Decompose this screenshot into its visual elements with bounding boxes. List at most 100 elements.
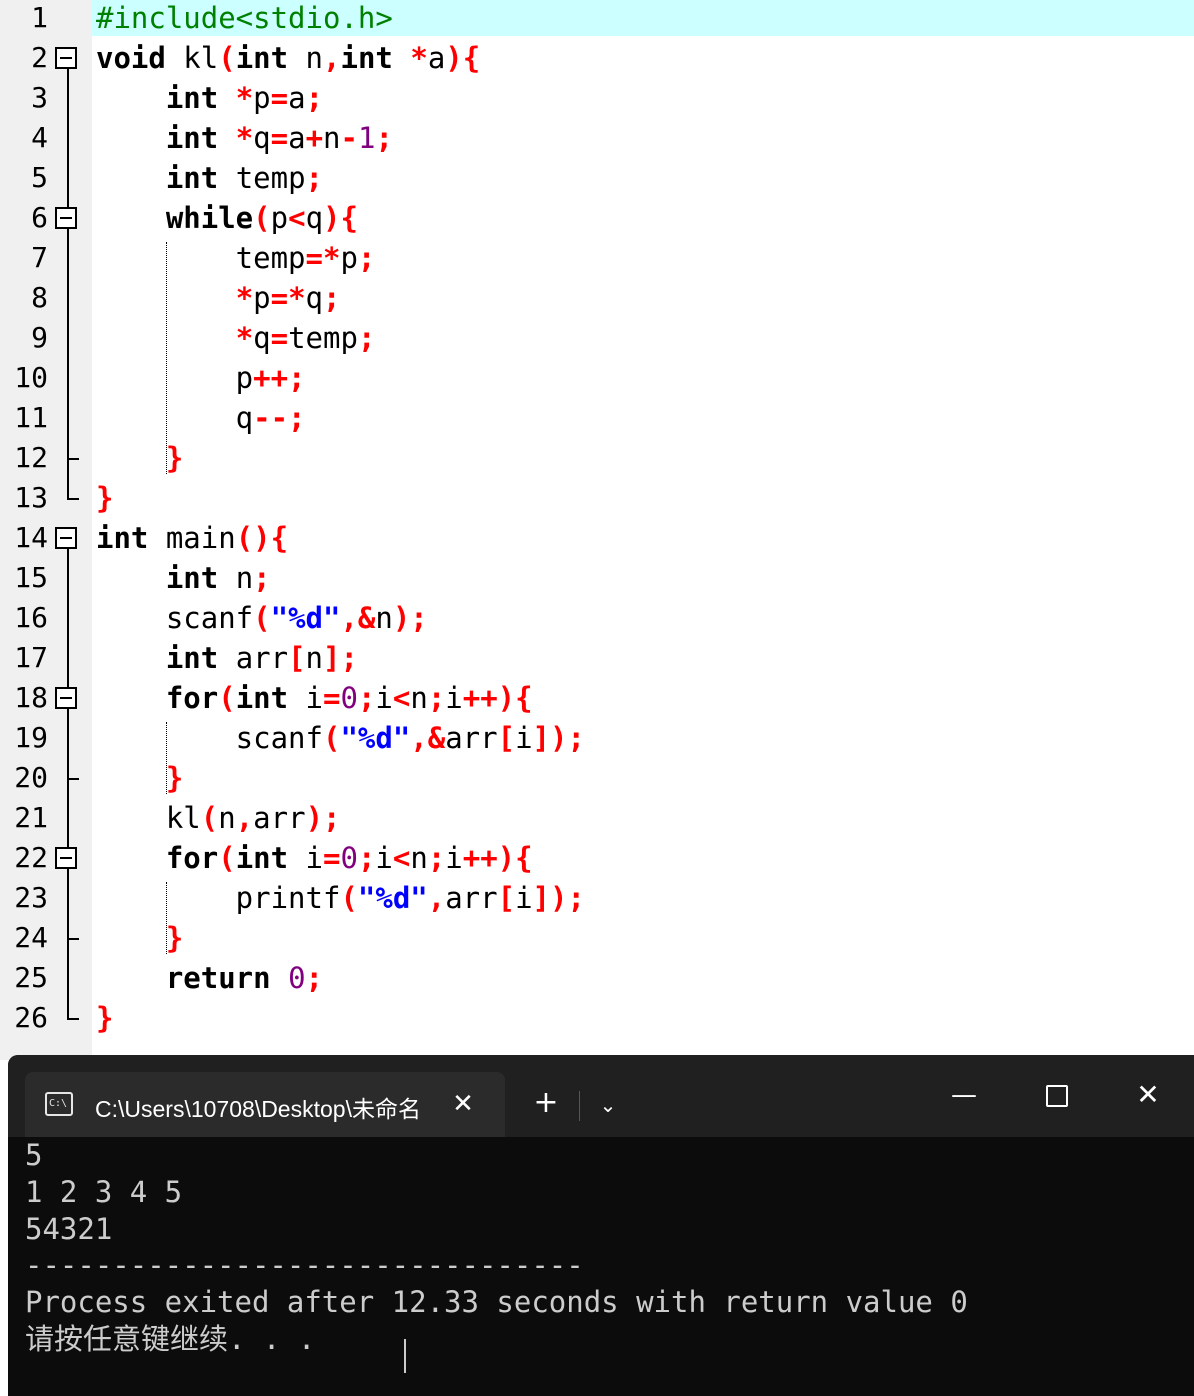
code-token: arr (445, 881, 498, 915)
code-token: * (235, 121, 254, 155)
code-token: 1 (357, 121, 376, 155)
code-line[interactable]: void kl(int n,int *a){ (96, 38, 480, 78)
line-number: 5 (31, 161, 48, 194)
fold-toggle-icon[interactable] (55, 687, 77, 709)
code-line[interactable]: } (96, 998, 113, 1038)
code-token: ; (323, 281, 341, 315)
console-prompt-line: 请按任意键继续. . . (25, 1322, 316, 1356)
code-token: --; (253, 401, 306, 435)
line-number: 10 (14, 361, 48, 394)
code-token: arr (445, 721, 498, 755)
fold-toggle-icon[interactable] (55, 847, 77, 869)
code-line[interactable]: int main(){ (96, 518, 288, 558)
code-token: * (410, 41, 428, 75)
close-window-button[interactable]: ✕ (1126, 1077, 1170, 1113)
code-line[interactable]: #include<stdio.h> (96, 0, 393, 38)
line-number: 15 (14, 561, 48, 594)
code-token: scanf (96, 601, 254, 635)
code-line[interactable]: printf("%d",arr[i]); (96, 878, 585, 918)
code-editor[interactable]: 1 2 3 4 5 6 7 8 9 10 11 12 13 14 15 16 17 18 19 20 21 22 23 24 2… (0, 0, 1194, 1060)
code-token: a (288, 81, 306, 115)
chevron-down-icon[interactable]: ⌄ (590, 1087, 626, 1123)
code-line[interactable]: } (96, 758, 183, 798)
fold-toggle-icon[interactable] (55, 47, 77, 69)
minimize-button[interactable]: — (942, 1077, 986, 1113)
code-token: ( (340, 881, 358, 915)
new-tab-button[interactable]: + (528, 1085, 564, 1121)
fold-end-marker (67, 458, 79, 460)
code-token: ,& (340, 601, 376, 635)
line-number: 12 (14, 441, 48, 474)
code-token: ; (427, 841, 446, 875)
code-token: ,& (410, 721, 446, 755)
code-line[interactable]: } (96, 918, 183, 958)
console-output[interactable]: 5 1 2 3 4 5 54321 ----------------------… (8, 1137, 1194, 1396)
console-title-bar[interactable]: C:\Users\10708\Desktop\未命名 ✕ + ⌄ — ✕ (8, 1055, 1194, 1137)
code-token: kl (165, 41, 219, 75)
fold-end-marker (67, 938, 79, 940)
code-token: int (235, 681, 289, 715)
line-number: 16 (14, 601, 48, 634)
code-line[interactable]: while(p<q){ (96, 198, 358, 238)
line-number: 17 (14, 641, 48, 674)
code-line[interactable]: scanf("%d",&arr[i]); (96, 718, 585, 758)
code-line[interactable]: scanf("%d",&n); (96, 598, 428, 638)
code-token: #include<stdio.h> (96, 1, 393, 35)
code-token: 0 (340, 841, 358, 875)
code-token: ){ (323, 201, 358, 235)
code-line[interactable]: *q=temp; (96, 318, 376, 358)
code-token: n (410, 841, 428, 875)
line-number: 1 (31, 1, 48, 34)
maximize-button[interactable] (1034, 1077, 1078, 1113)
code-token: while (165, 201, 254, 235)
line-number: 4 (31, 121, 48, 154)
code-line[interactable]: int arr[n]; (96, 638, 358, 678)
code-token: p (96, 361, 254, 395)
code-line[interactable]: for(int i=0;i<n;i++){ (96, 678, 533, 718)
code-line[interactable]: *p=*q; (96, 278, 341, 318)
code-line[interactable]: int n; (96, 558, 271, 598)
console-tab[interactable]: C:\Users\10708\Desktop\未命名 ✕ (25, 1072, 505, 1137)
code-token: for (165, 841, 219, 875)
tab-separator (579, 1091, 580, 1121)
fold-toggle-icon[interactable] (55, 527, 77, 549)
code-token: < (288, 201, 306, 235)
close-tab-icon[interactable]: ✕ (445, 1086, 481, 1122)
code-line[interactable]: int *p=a; (96, 78, 323, 118)
code-token: p (253, 81, 271, 115)
line-number: 26 (14, 1001, 48, 1034)
code-token: ; (357, 841, 376, 875)
code-token: int (235, 841, 289, 875)
fold-guide-line (67, 58, 69, 498)
code-token: - (340, 121, 358, 155)
line-number: 14 (14, 521, 48, 554)
code-token: ; (357, 241, 376, 275)
console-window[interactable]: C:\Users\10708\Desktop\未命名 ✕ + ⌄ — ✕ 5 1… (8, 1055, 1194, 1396)
code-token: ; (253, 561, 271, 595)
code-line[interactable]: q--; (96, 398, 306, 438)
code-line[interactable]: } (96, 478, 113, 518)
code-token: "%d" (270, 601, 341, 635)
line-number: 22 (14, 841, 48, 874)
code-token: ; (305, 81, 324, 115)
code-line[interactable]: kl(n,arr); (96, 798, 341, 838)
code-token: =* (305, 241, 341, 275)
line-number: 20 (14, 761, 48, 794)
code-line[interactable]: for(int i=0;i<n;i++){ (96, 838, 533, 878)
code-line[interactable]: } (96, 438, 183, 478)
fold-toggle-icon[interactable] (55, 207, 77, 229)
code-line[interactable]: int temp; (96, 158, 323, 198)
code-line[interactable]: p++; (96, 358, 306, 398)
code-token: q (96, 401, 254, 435)
code-token: i (445, 841, 463, 875)
code-line[interactable]: return 0; (96, 958, 323, 998)
code-line[interactable]: temp=*p; (96, 238, 376, 278)
code-line[interactable]: int *q=a+n-1; (96, 118, 393, 158)
